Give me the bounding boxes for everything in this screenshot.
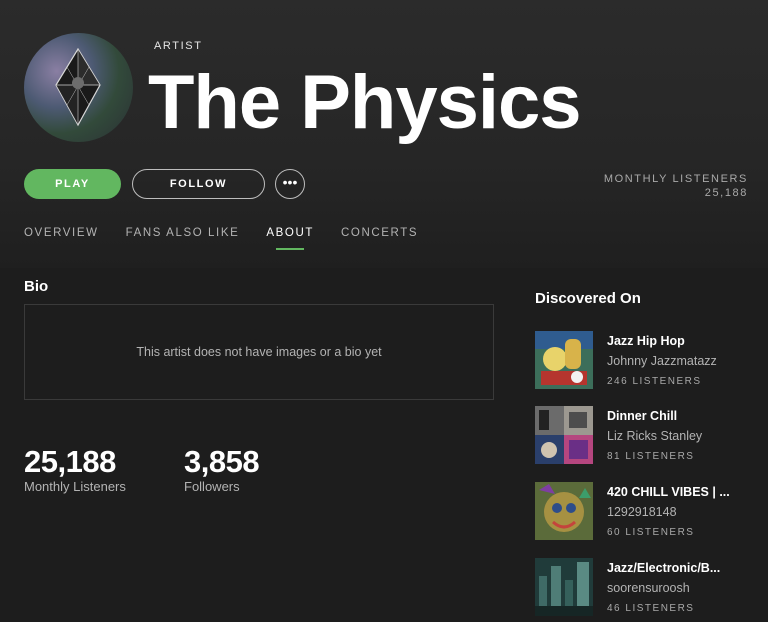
playlist-item[interactable]: 420 CHILL VIBES | ... 1292918148 60 LIST… [535,482,755,540]
playlist-name[interactable]: Jazz/Electronic/B... [607,561,720,575]
more-options-button[interactable]: ••• [275,169,305,199]
playlist-item[interactable]: Jazz/Electronic/B... soorensuroosh 46 LI… [535,558,755,616]
monthly-listeners: MONTHLY LISTENERS 25,188 [604,172,748,200]
playlist-owner[interactable]: Liz Ricks Stanley [607,429,702,443]
stat-caption: Monthly Listeners [24,479,126,494]
playlist-name[interactable]: 420 CHILL VIBES | ... [607,485,730,499]
bio-heading: Bio [24,278,49,295]
stat-followers: 3,858 Followers [184,443,260,494]
playlist-item[interactable]: Jazz Hip Hop Johnny Jazzmatazz 246 LISTE… [535,331,755,389]
artist-avatar [24,33,133,142]
stat-value: 3,858 [184,444,260,479]
playlist-name[interactable]: Dinner Chill [607,409,677,423]
ellipsis-icon: ••• [282,173,298,190]
playlist-cover [535,482,593,540]
playlist-cover [535,558,593,616]
playlist-cover [535,331,593,389]
stat-value: 25,188 [24,444,116,479]
monthly-listeners-value: 25,188 [704,187,748,199]
bio-empty-text: This artist does not have images or a bi… [136,345,382,359]
playlist-owner[interactable]: 1292918148 [607,505,677,519]
playlist-listeners: 246 LISTENERS [607,376,702,387]
stat-monthly-listeners: 25,188 Monthly Listeners [24,443,126,494]
playlist-owner[interactable]: Johnny Jazzmatazz [607,354,717,368]
tab-fans-also-like[interactable]: FANS ALSO LIKE [126,227,240,239]
tab-about[interactable]: ABOUT [266,227,314,239]
playlist-listeners: 60 LISTENERS [607,527,695,538]
tab-concerts[interactable]: CONCERTS [341,227,418,239]
discovered-on-heading: Discovered On [535,290,641,307]
bio-placeholder-box: This artist does not have images or a bi… [24,304,494,400]
playlist-listeners: 46 LISTENERS [607,603,695,614]
playlist-item[interactable]: Dinner Chill Liz Ricks Stanley 81 LISTEN… [535,406,755,464]
stat-caption: Followers [184,479,240,494]
tab-overview[interactable]: OVERVIEW [24,227,99,239]
playlist-listeners: 81 LISTENERS [607,451,695,462]
follow-button[interactable]: FOLLOW [132,169,265,199]
playlist-owner[interactable]: soorensuroosh [607,581,690,595]
artist-tabs: OVERVIEW FANS ALSO LIKE ABOUT CONCERTS [24,227,445,239]
artist-type-label: ARTIST [154,40,203,52]
playlist-name[interactable]: Jazz Hip Hop [607,334,685,348]
play-button[interactable]: PLAY [24,169,121,199]
artist-name: The Physics [148,60,582,145]
diamond-logo-icon [55,47,101,127]
monthly-listeners-label: MONTHLY LISTENERS [603,173,748,185]
playlist-cover [535,406,593,464]
